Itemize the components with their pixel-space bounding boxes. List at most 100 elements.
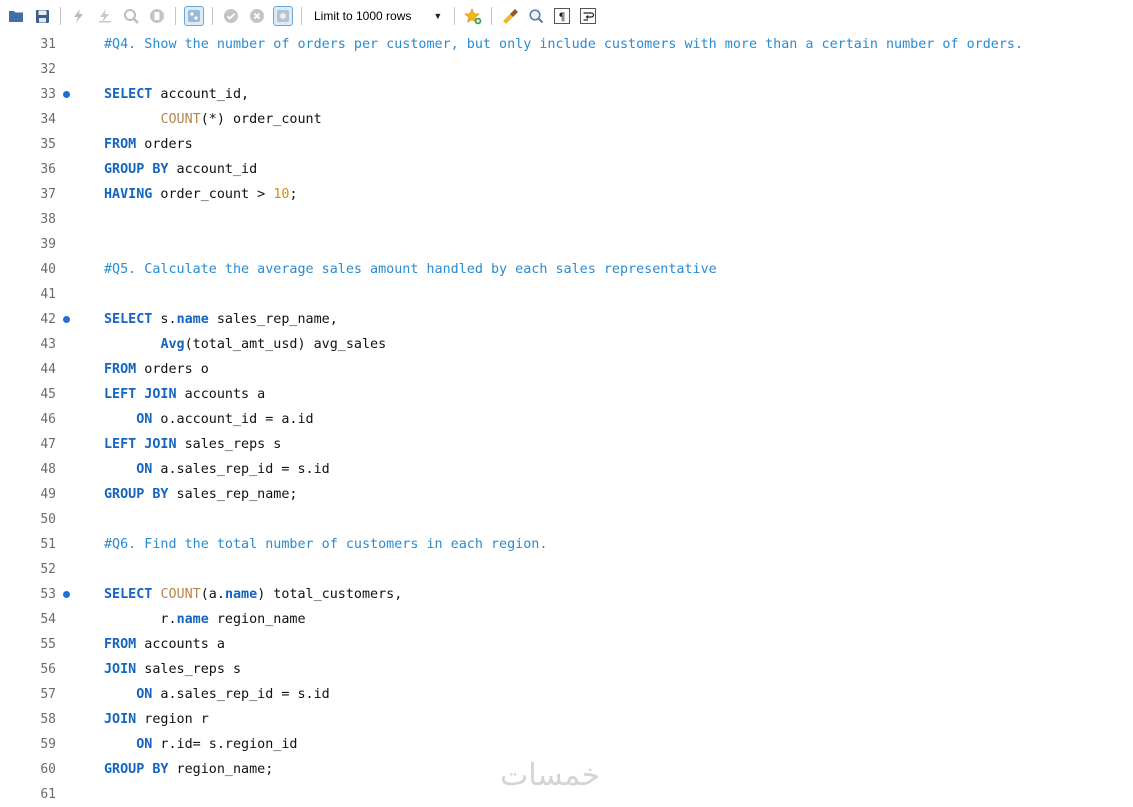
line-number: 56 [40, 662, 56, 677]
code-text: #Q5. Calculate the average sales amount … [104, 262, 717, 277]
code-text: #Q6. Find the total number of customers … [104, 537, 548, 552]
code-line[interactable]: 47 LEFT JOIN sales_reps s [0, 432, 1133, 457]
open-folder-icon[interactable] [6, 6, 26, 26]
code-text: LEFT JOIN accounts a [104, 387, 266, 402]
code-line[interactable]: 48 ON a.sales_rep_id = s.id [0, 457, 1133, 482]
code-line[interactable]: 37 HAVING order_count > 10; [0, 182, 1133, 207]
code-text: r.name region_name [104, 612, 306, 627]
code-text: Avg(total_amt_usd) avg_sales [160, 337, 387, 352]
code-line[interactable]: 36 GROUP BY account_id [0, 157, 1133, 182]
line-number: 32 [40, 62, 56, 77]
code-line[interactable]: 54 r.name region_name [0, 607, 1133, 632]
line-number: 40 [40, 262, 56, 277]
line-number: 50 [40, 512, 56, 527]
code-line[interactable]: 38 [0, 207, 1133, 232]
code-line[interactable]: 49 GROUP BY sales_rep_name; [0, 482, 1133, 507]
invisible-characters-pilcrow-icon[interactable]: ¶ [552, 6, 572, 26]
code-text: #Q4. Show the number of orders per custo… [104, 37, 1024, 52]
line-number: 61 [40, 787, 56, 802]
code-text: JOIN sales_reps s [104, 662, 242, 677]
line-number: 48 [40, 462, 56, 477]
line-number: 34 [40, 112, 56, 127]
code-line[interactable]: 39 [0, 232, 1133, 257]
code-line[interactable]: 45 LEFT JOIN accounts a [0, 382, 1133, 407]
autocommit-toggle-icon[interactable] [273, 6, 293, 26]
execute-lightning-icon[interactable] [69, 6, 89, 26]
code-line[interactable]: 40 #Q5. Calculate the average sales amoun… [0, 257, 1133, 282]
add-bookmark-star-icon[interactable] [463, 6, 483, 26]
line-number: 37 [40, 187, 56, 202]
line-number: 45 [40, 387, 56, 402]
code-line[interactable]: 59 ON r.id= s.region_id [0, 732, 1133, 757]
line-number: 35 [40, 137, 56, 152]
code-line[interactable]: 34 COUNT(*) order_count [0, 107, 1133, 132]
code-text: LEFT JOIN sales_reps s [104, 437, 282, 452]
code-line[interactable]: 53 SELECT COUNT(a.name) total_customers, [0, 582, 1133, 607]
line-number: 51 [40, 537, 56, 552]
code-text: FROM orders [104, 137, 193, 152]
statement-marker-icon [63, 316, 70, 323]
code-line[interactable]: 58 JOIN region r [0, 707, 1133, 732]
toolbar-separator [212, 7, 213, 25]
toolbar-separator [60, 7, 61, 25]
code-line[interactable]: 56 JOIN sales_reps s [0, 657, 1133, 682]
code-line[interactable]: 42 SELECT s.name sales_rep_name, [0, 307, 1133, 332]
line-number: 41 [40, 287, 56, 302]
code-line[interactable]: 55 FROM accounts a [0, 632, 1133, 657]
code-line[interactable]: 41 [0, 282, 1133, 307]
code-line[interactable]: 51 #Q6. Find the total number of customer… [0, 532, 1133, 557]
rollback-x-icon[interactable] [247, 6, 267, 26]
toolbar-separator [491, 7, 493, 25]
line-number: 54 [40, 612, 56, 627]
code-text: SELECT s.name sales_rep_name, [104, 312, 338, 327]
sql-editor-toolbar: Limit to 1000 rows ▼ ¶ [0, 0, 1133, 32]
code-text: ON o.account_id = a.id [136, 412, 314, 427]
code-line[interactable]: 46 ON o.account_id = a.id [0, 407, 1133, 432]
toggle-continue-on-error-icon[interactable] [184, 6, 204, 26]
code-line[interactable]: 50 [0, 507, 1133, 532]
svg-text:¶: ¶ [559, 11, 566, 24]
code-line[interactable]: 33 SELECT account_id, [0, 82, 1133, 107]
code-line[interactable]: 57 ON a.sales_rep_id = s.id [0, 682, 1133, 707]
code-text: JOIN region r [104, 712, 209, 727]
code-text: GROUP BY region_name; [104, 762, 274, 777]
code-line[interactable]: 31 #Q4. Show the number of orders per cus… [0, 32, 1133, 57]
commit-check-icon[interactable] [221, 6, 241, 26]
stop-icon[interactable] [147, 6, 167, 26]
save-icon[interactable] [32, 6, 52, 26]
line-number: 52 [40, 562, 56, 577]
code-text: SELECT COUNT(a.name) total_customers, [104, 587, 403, 602]
code-line[interactable]: 35 FROM orders [0, 132, 1133, 157]
line-number: 59 [40, 737, 56, 752]
word-wrap-icon[interactable] [578, 6, 598, 26]
limit-rows-select[interactable]: Limit to 1000 rows ▼ [310, 6, 446, 26]
code-text: GROUP BY sales_rep_name; [104, 487, 298, 502]
code-text: FROM orders o [104, 362, 209, 377]
code-text: SELECT account_id, [104, 87, 250, 102]
sql-code-editor[interactable]: 31 #Q4. Show the number of orders per cus… [0, 32, 1133, 807]
line-number: 53 [40, 587, 56, 602]
line-number: 36 [40, 162, 56, 177]
line-number: 55 [40, 637, 56, 652]
code-line[interactable]: 43 Avg(total_amt_usd) avg_sales [0, 332, 1133, 357]
code-line[interactable]: 32 [0, 57, 1133, 82]
beautify-broom-icon[interactable] [500, 6, 520, 26]
code-text: ON a.sales_rep_id = s.id [136, 687, 330, 702]
find-magnifier-icon[interactable] [526, 6, 546, 26]
code-text: ON a.sales_rep_id = s.id [136, 462, 330, 477]
explain-magnifier-icon[interactable] [121, 6, 141, 26]
line-number: 58 [40, 712, 56, 727]
line-number: 49 [40, 487, 56, 502]
line-number: 33 [40, 87, 56, 102]
code-line[interactable]: 52 [0, 557, 1133, 582]
limit-rows-label: Limit to 1000 rows [314, 9, 412, 23]
line-number: 42 [40, 312, 56, 327]
execute-current-icon[interactable] [95, 6, 115, 26]
line-number: 44 [40, 362, 56, 377]
line-number: 39 [40, 237, 56, 252]
code-text: ON r.id= s.region_id [136, 737, 298, 752]
watermark-logo: خمسات [500, 758, 601, 793]
line-number: 57 [40, 687, 56, 702]
code-text: HAVING order_count > 10; [104, 187, 298, 202]
code-line[interactable]: 44 FROM orders o [0, 357, 1133, 382]
